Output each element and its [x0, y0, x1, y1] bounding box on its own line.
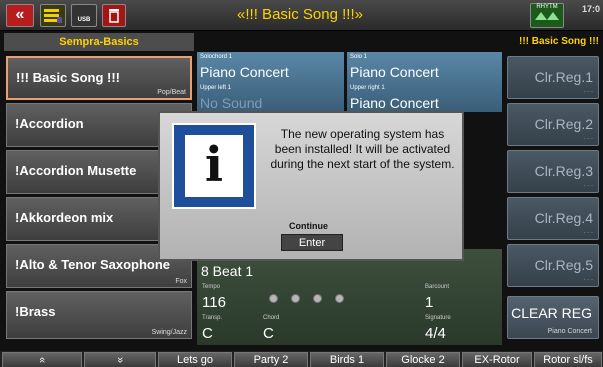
voice-name: No Sound — [200, 95, 263, 111]
beat-indicator — [313, 294, 322, 303]
list-item-name: !Brass — [15, 304, 56, 319]
registration-dots: - - - — [583, 89, 593, 95]
registration-dots: - - - — [583, 136, 593, 142]
info-icon: i — [172, 123, 256, 209]
registration-dots: - - - — [583, 183, 593, 189]
list-item-name: !Accordion Musette — [15, 163, 137, 178]
list-item[interactable]: !Brass Swing/Jazz — [6, 291, 192, 339]
list-item-name: !Alto & Tenor Saxophone — [15, 257, 171, 272]
registration-dots: - - - — [583, 230, 593, 236]
quick-button-5[interactable]: EX-Rotor — [462, 352, 532, 367]
voice-section-label: Upper right 1 — [350, 85, 385, 91]
registration-label: Clr.Reg.5 — [534, 257, 593, 273]
back-button[interactable]: « — [6, 4, 34, 27]
registration-button-2[interactable]: Clr.Reg.2 - - - — [507, 103, 599, 146]
double-chevron-left-icon: « — [15, 6, 25, 23]
barcount-value: 1 — [425, 294, 434, 311]
voice-panel-left[interactable]: Solochord 1 Piano Concert Upper left 1 N… — [197, 52, 344, 112]
list-item-name: !!! Basic Song !!! — [16, 70, 120, 85]
arrow-up-icon — [535, 12, 559, 20]
beat-indicator — [269, 294, 278, 303]
style-name: 8 Beat 1 — [201, 263, 254, 279]
voice-name: Piano Concert — [200, 64, 289, 80]
trash-button[interactable] — [102, 4, 126, 27]
chord-label: Chord — [263, 315, 280, 321]
registration-label: Clr.Reg.1 — [534, 69, 593, 85]
list-item-genre: Swing/Jazz — [151, 329, 187, 336]
chevron-down-icon: » — [114, 356, 126, 364]
list-item-name: !Akkordeon mix — [15, 210, 114, 225]
registration-button-5[interactable]: Clr.Reg.5 - - - — [507, 244, 599, 287]
list-item[interactable]: !!! Basic Song !!! Pop/Beat — [6, 56, 192, 100]
registration-button-4[interactable]: Clr.Reg.4 - - - — [507, 197, 599, 240]
info-dialog: i The new operating system has been inst… — [158, 111, 464, 261]
tempo-value: 116 — [202, 294, 226, 311]
chevron-up-icon: « — [36, 356, 48, 364]
scroll-up-button[interactable]: « — [2, 352, 82, 367]
voice-section-label: Upper left 1 — [200, 85, 232, 91]
enter-button[interactable]: Enter — [281, 234, 343, 251]
style-panel[interactable]: 8 Beat 1 Tempo 116 Barcount 1 Transp. C … — [197, 249, 502, 345]
voice-panel-right[interactable]: Solo 1 Piano Concert Upper right 1 Piano… — [347, 52, 502, 112]
screen: « USB «!!! Basic Song !!!» RHYTM 17:0 Se… — [0, 0, 603, 367]
registration-button-1[interactable]: Clr.Reg.1 - - - — [507, 56, 599, 99]
quick-button-6[interactable]: Rotor sl/fs — [534, 352, 602, 367]
registration-button[interactable]: RHYTM — [530, 3, 564, 28]
registration-header: !!! Basic Song !!! — [519, 36, 599, 47]
signature-label: Signature — [425, 315, 451, 321]
voice-name: Piano Concert — [350, 95, 439, 111]
clock: 17:0 — [581, 4, 600, 14]
list-item-genre: Fox — [175, 278, 187, 285]
transpose-label: Transp. — [202, 315, 223, 321]
clear-reg-button[interactable]: CLEAR REG Piano Concert — [507, 296, 599, 339]
usb-button[interactable]: USB — [71, 4, 97, 27]
voice-section-label: Solo 1 — [350, 54, 368, 60]
quick-button-3[interactable]: Birds 1 — [310, 352, 384, 367]
registration-label: Clr.Reg.4 — [534, 210, 593, 226]
menu-button[interactable] — [40, 4, 66, 27]
page-title: «!!! Basic Song !!!» — [237, 6, 363, 23]
beat-indicator — [335, 294, 344, 303]
dialog-caption: Continue — [289, 221, 328, 231]
voice-section-label: Solochord 1 — [200, 54, 233, 60]
quick-button-1[interactable]: Lets go — [158, 352, 232, 367]
quick-button-4[interactable]: Glocke 2 — [386, 352, 460, 367]
dialog-message: The new operating system has been instal… — [270, 127, 455, 171]
registration-label: Clr.Reg.2 — [534, 116, 593, 132]
beat-indicator — [291, 294, 300, 303]
list-header: Sempra-Basics — [4, 33, 194, 51]
quick-button-2[interactable]: Party 2 — [234, 352, 308, 367]
registration-label: Clr.Reg.3 — [534, 163, 593, 179]
clear-reg-label: CLEAR REG — [511, 305, 592, 321]
registration-dots: - - - — [583, 277, 593, 283]
usb-icon: USB — [77, 17, 91, 23]
chord-value: C — [263, 325, 274, 342]
scroll-down-button[interactable]: » — [84, 352, 156, 367]
top-bar: « USB «!!! Basic Song !!!» RHYTM 17:0 — [0, 0, 603, 31]
transpose-value: C — [202, 325, 213, 342]
list-item-genre: Pop/Beat — [157, 89, 186, 96]
clear-reg-voice: Piano Concert — [547, 328, 592, 335]
trash-icon — [109, 9, 119, 23]
menu-list-icon — [44, 9, 62, 23]
info-glyph: i — [185, 135, 243, 197]
tempo-label: Tempo — [202, 284, 221, 290]
barcount-label: Barcount — [425, 284, 450, 290]
registration-button-3[interactable]: Clr.Reg.3 - - - — [507, 150, 599, 193]
voice-name: Piano Concert — [350, 64, 439, 80]
signature-value: 4/4 — [425, 325, 446, 342]
list-item-name: !Accordion — [15, 116, 84, 131]
bottom-bar: « » Lets go Party 2 Birds 1 Glocke 2 EX-… — [0, 351, 603, 367]
